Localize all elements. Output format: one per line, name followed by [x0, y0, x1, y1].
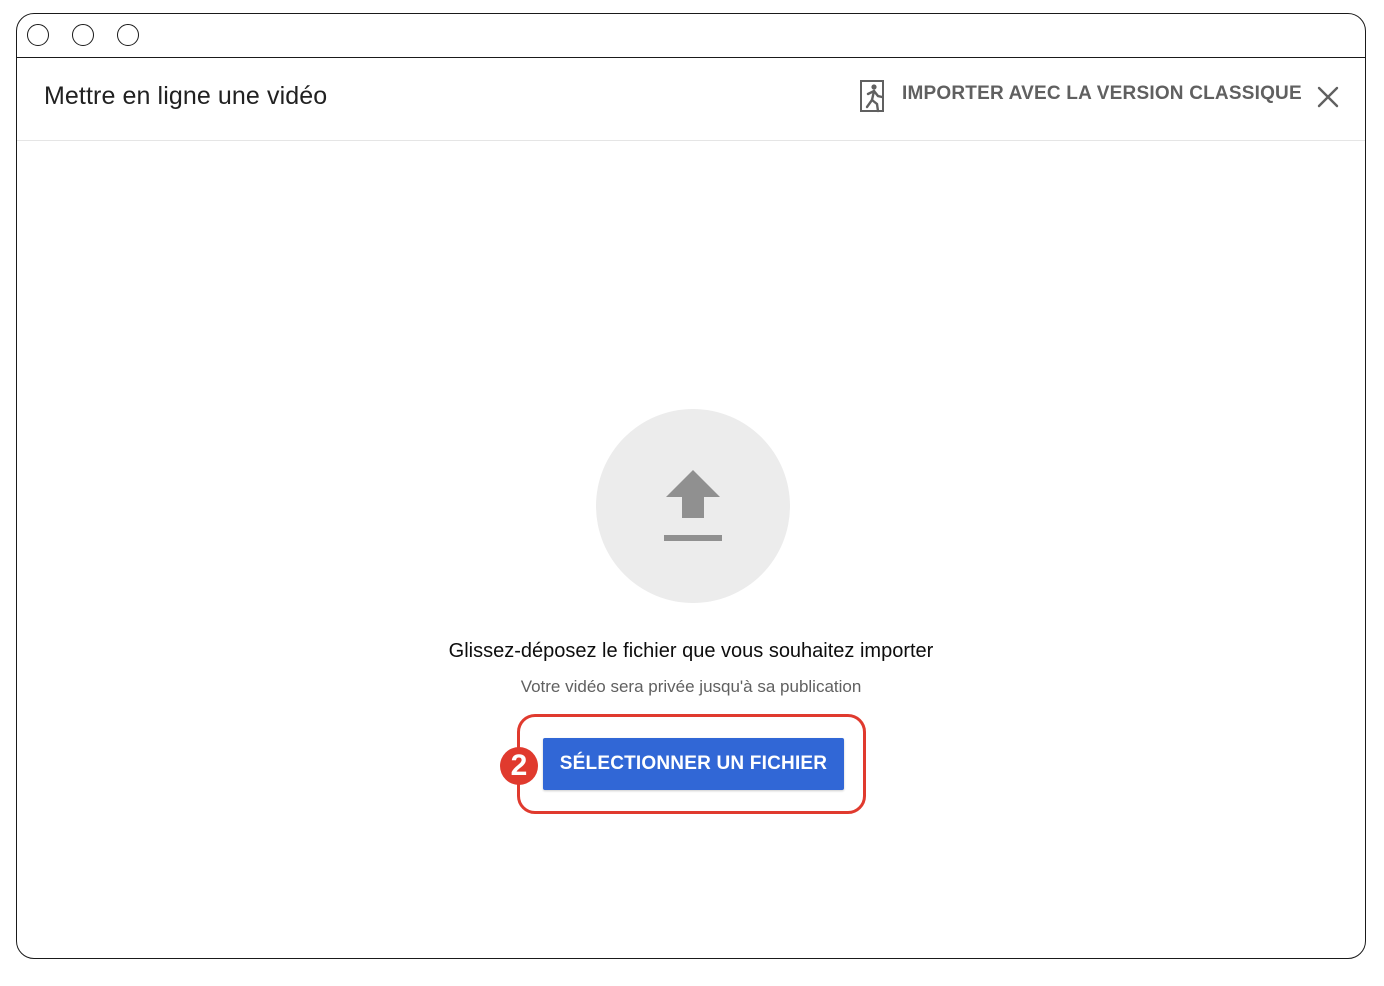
drop-instruction: Glissez-déposez le fichier que vous souh…: [448, 640, 934, 662]
exit-classic-icon[interactable]: [859, 80, 887, 114]
upload-drop-zone[interactable]: [596, 409, 790, 603]
step-badge: 2: [500, 747, 538, 785]
close-icon[interactable]: [1314, 83, 1342, 111]
window-minimize-dot[interactable]: [72, 24, 94, 46]
window-maximize-dot[interactable]: [117, 24, 139, 46]
privacy-note: Votre vidéo sera privée jusqu'à sa publi…: [520, 677, 862, 696]
upload-arrow-icon: [664, 470, 722, 541]
window-close-dot[interactable]: [27, 24, 49, 46]
window-titlebar: [17, 14, 1365, 58]
browser-window: Mettre en ligne une vidéo IMPORTER AVEC …: [16, 13, 1366, 959]
dialog-title: Mettre en ligne une vidéo: [44, 82, 328, 110]
select-file-button[interactable]: SÉLECTIONNER UN FICHIER: [543, 738, 844, 790]
dialog-header: Mettre en ligne une vidéo IMPORTER AVEC …: [17, 58, 1365, 141]
classic-upload-link[interactable]: IMPORTER AVEC LA VERSION CLASSIQUE: [902, 83, 1302, 105]
